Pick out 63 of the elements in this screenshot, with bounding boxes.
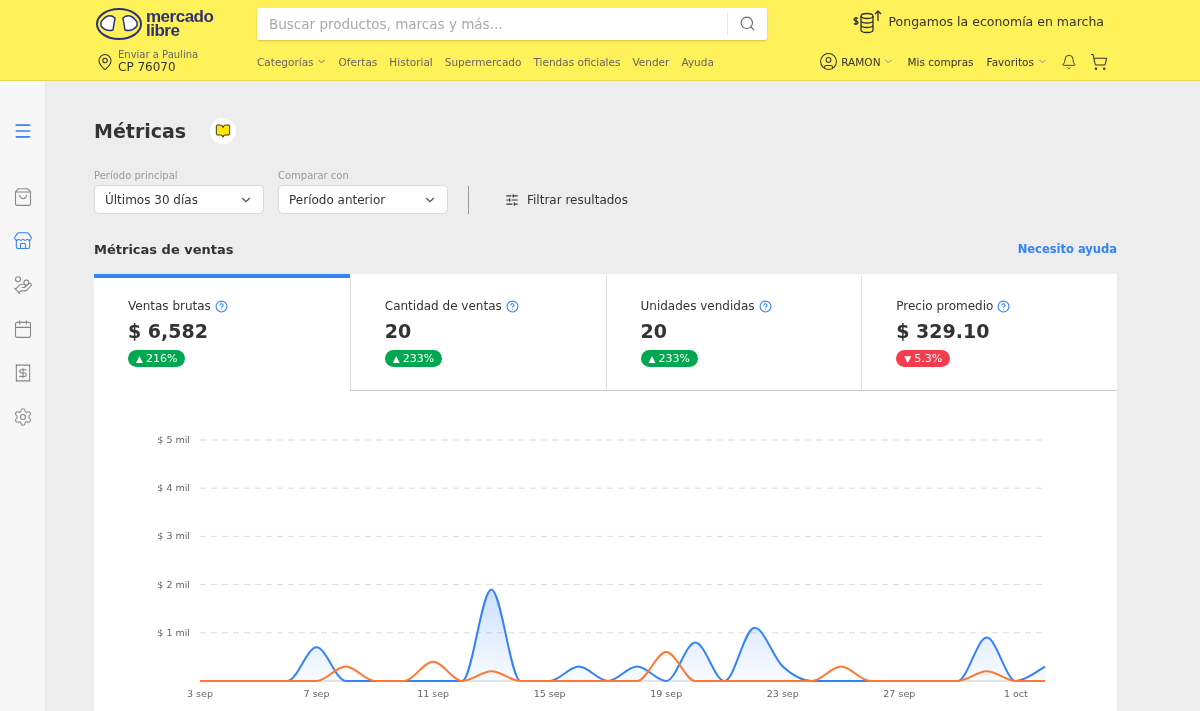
filter-label: Período principal <box>94 170 179 182</box>
metric-value: $ 6,582 <box>128 320 208 342</box>
change-badge: ▲ 216% <box>128 350 186 367</box>
metric-card[interactable]: Precio promedio $ 329.10 ▼ 5.3% <box>861 274 1117 391</box>
y-axis-label: $ 4 mil <box>157 482 190 494</box>
y-axis-label: $ 2 mil <box>157 578 190 590</box>
promo-text: Pongamos la economía en marcha <box>888 14 1104 30</box>
help-icon <box>758 299 772 313</box>
nav-link[interactable]: Categorías <box>257 55 327 68</box>
metric-label: Cantidad de ventas <box>384 299 502 313</box>
guide-button[interactable] <box>210 117 237 144</box>
change-badge: ▼ 5.3% <box>896 350 951 367</box>
metric-value: 20 <box>640 320 667 342</box>
period-select[interactable]: Período anterior <box>278 185 448 215</box>
filter-button[interactable]: Filtrar resultados <box>493 185 640 215</box>
section-title: Métricas de ventas <box>94 241 234 257</box>
metric-label: Ventas brutas <box>128 299 211 313</box>
location-pin-icon <box>96 52 114 71</box>
shipping-location[interactable]: Enviar a Paulina CP 76070 <box>96 49 199 75</box>
cart-button[interactable] <box>1090 52 1108 71</box>
notifications-button[interactable] <box>1061 53 1077 70</box>
help-icon <box>505 299 519 313</box>
nav-link[interactable]: Historial <box>389 55 433 68</box>
change-badge: ▲ 233% <box>640 350 698 367</box>
nav-link[interactable]: Supermercado <box>444 55 522 68</box>
x-axis-label: 15 sep <box>533 688 566 699</box>
help-icon <box>214 299 228 313</box>
user-menu[interactable]: RAMON <box>819 52 895 72</box>
header-link[interactable]: Favoritos <box>986 55 1048 68</box>
x-axis-label: 11 sep <box>417 688 450 699</box>
logo-text: mercado libre <box>146 9 214 38</box>
book-icon <box>215 122 232 139</box>
x-axis-label: 7 sep <box>303 688 330 699</box>
header-link[interactable]: Mis compras <box>907 55 974 68</box>
metric-value: 20 <box>384 320 412 342</box>
y-axis-label: $ 3 mil <box>157 530 190 542</box>
nav-link[interactable]: Ofertas <box>338 55 378 68</box>
search-field[interactable]: Buscar productos, marcas y más… <box>257 7 767 40</box>
sliders-icon <box>505 192 519 207</box>
x-axis-label: 27 sep <box>883 688 916 699</box>
x-axis-label: 1 oct <box>1003 688 1028 699</box>
change-badge: ▲ 233% <box>384 350 443 367</box>
metric-value: $ 329.10 <box>896 320 990 342</box>
nav-link[interactable]: Ayuda <box>681 55 714 68</box>
nav-link[interactable]: Tiendas oficiales <box>533 55 621 68</box>
metric-card[interactable]: Cantidad de ventas 20 ▲ 233% <box>349 274 606 391</box>
user-icon <box>819 52 839 72</box>
metric-card[interactable]: Unidades vendidas 20 ▲ 233% <box>605 274 862 391</box>
period-select[interactable]: Últimos 30 días <box>94 185 264 215</box>
x-axis-label: 3 sep <box>187 688 213 699</box>
nav-link[interactable]: Vender <box>632 55 670 68</box>
coins-arrow-icon <box>852 8 883 35</box>
metric-label: Unidades vendidas <box>640 299 755 313</box>
filter-label: Comparar con <box>278 170 350 182</box>
y-axis-label: $ 1 mil <box>157 626 190 638</box>
search-icon <box>739 15 756 33</box>
x-axis-label: 23 sep <box>766 688 799 699</box>
handshake-logo-icon <box>96 7 142 40</box>
help-icon <box>997 299 1011 313</box>
x-axis-label: 19 sep <box>650 688 683 699</box>
page-title: Métricas <box>94 119 187 142</box>
metric-label: Precio promedio <box>896 299 994 313</box>
y-axis-label: $ 5 mil <box>157 434 190 445</box>
